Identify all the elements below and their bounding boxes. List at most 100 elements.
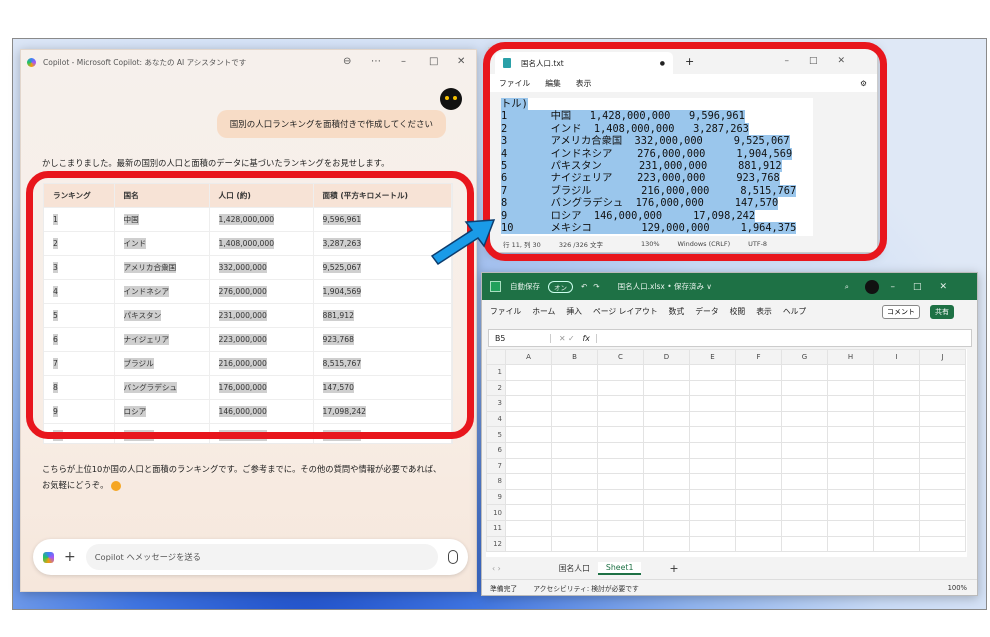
cell[interactable] — [827, 519, 874, 537]
cell[interactable] — [505, 410, 552, 428]
cell[interactable] — [827, 379, 874, 397]
cell[interactable] — [919, 519, 966, 537]
undo-icon[interactable]: ↶ — [581, 282, 587, 291]
cell[interactable] — [735, 519, 782, 537]
column-header[interactable]: G — [781, 349, 828, 365]
cell[interactable] — [643, 441, 690, 459]
cell[interactable] — [551, 504, 598, 521]
cell[interactable] — [781, 504, 828, 521]
cell[interactable] — [505, 488, 552, 506]
cell[interactable] — [505, 473, 552, 490]
cell[interactable] — [919, 441, 966, 459]
cell[interactable] — [827, 488, 874, 506]
cell[interactable] — [781, 441, 828, 459]
cell[interactable] — [919, 426, 966, 443]
row-header[interactable]: 7 — [486, 457, 506, 475]
cell[interactable] — [597, 395, 644, 412]
cell[interactable] — [551, 519, 598, 537]
cell[interactable] — [919, 473, 966, 490]
cell[interactable] — [735, 504, 782, 521]
add-sheet-button[interactable]: + — [669, 562, 678, 575]
cell[interactable] — [873, 426, 920, 443]
cell[interactable] — [873, 379, 920, 397]
sheet-tab[interactable]: 国名人口 — [551, 562, 598, 575]
cell[interactable] — [597, 535, 644, 553]
cell[interactable] — [781, 364, 828, 381]
comment-button[interactable]: コメント — [882, 305, 920, 319]
column-header[interactable]: C — [597, 349, 644, 365]
cell[interactable] — [643, 488, 690, 506]
cell[interactable] — [689, 379, 736, 397]
ribbon-tab[interactable]: ファイル — [490, 306, 521, 317]
cell[interactable] — [597, 379, 644, 397]
cell[interactable] — [873, 364, 920, 381]
cell[interactable] — [781, 473, 828, 490]
cell[interactable] — [643, 364, 690, 381]
ribbon-tab[interactable]: 校閲 — [730, 306, 746, 317]
row-header[interactable]: 11 — [486, 519, 506, 537]
cell[interactable] — [781, 395, 828, 412]
cell[interactable] — [643, 535, 690, 553]
column-header[interactable]: J — [919, 349, 966, 365]
microphone-icon[interactable] — [448, 550, 458, 564]
ribbon-tab[interactable]: 表示 — [756, 306, 772, 317]
cell[interactable] — [873, 535, 920, 553]
cell[interactable] — [919, 364, 966, 381]
window-controls[interactable]: –□✕ — [784, 56, 865, 66]
cell[interactable] — [689, 488, 736, 506]
cell[interactable] — [735, 457, 782, 475]
cell[interactable] — [643, 473, 690, 490]
cell[interactable] — [735, 488, 782, 506]
zoom-icon[interactable]: ⊖ — [343, 56, 351, 67]
cell[interactable] — [735, 410, 782, 428]
ribbon-tab[interactable]: ページ レイアウト — [593, 306, 658, 317]
cell[interactable] — [689, 535, 736, 553]
cell[interactable] — [919, 379, 966, 397]
row-header[interactable]: 4 — [486, 410, 506, 428]
ribbon-tab[interactable]: ホーム — [532, 306, 555, 317]
cell[interactable] — [505, 364, 552, 381]
sheet-nav-icon[interactable]: ‹ › — [482, 564, 511, 573]
cell[interactable] — [735, 379, 782, 397]
cell[interactable] — [689, 504, 736, 521]
cell[interactable] — [551, 535, 598, 553]
cell[interactable] — [551, 473, 598, 490]
cell[interactable] — [781, 535, 828, 553]
row-header[interactable]: 8 — [486, 473, 506, 490]
row-header[interactable]: 5 — [486, 426, 506, 443]
cell[interactable] — [551, 364, 598, 381]
cell[interactable] — [597, 364, 644, 381]
cell[interactable] — [827, 535, 874, 553]
menu-file[interactable]: ファイル — [499, 78, 530, 89]
more-icon[interactable]: ⋯ — [371, 56, 381, 67]
cell[interactable] — [827, 473, 874, 490]
column-header[interactable]: H — [827, 349, 874, 365]
cell[interactable] — [597, 410, 644, 428]
notepad-text-area[interactable]: トル) 1 中国 1,428,000,000 9,596,961 2 インド 1,4… — [501, 98, 813, 237]
cell[interactable] — [827, 457, 874, 475]
cell[interactable] — [643, 519, 690, 537]
column-header[interactable]: I — [873, 349, 920, 365]
cell[interactable] — [597, 519, 644, 537]
zoom-level[interactable]: 100% — [948, 584, 967, 592]
cell[interactable] — [505, 535, 552, 553]
cell[interactable] — [551, 379, 598, 397]
cell[interactable] — [689, 441, 736, 459]
row-header[interactable]: 9 — [486, 488, 506, 506]
add-button[interactable]: + — [64, 549, 76, 565]
cell[interactable] — [505, 426, 552, 443]
search-icon[interactable]: ⌕ — [845, 282, 849, 292]
cell[interactable] — [827, 426, 874, 443]
cell[interactable] — [873, 395, 920, 412]
menu-view[interactable]: 表示 — [576, 78, 592, 89]
cell[interactable] — [735, 473, 782, 490]
name-box[interactable]: B5 — [489, 333, 551, 343]
cell[interactable] — [643, 504, 690, 521]
column-header[interactable]: A — [505, 349, 552, 365]
cell[interactable] — [597, 504, 644, 521]
cell[interactable] — [689, 426, 736, 443]
cell[interactable] — [735, 395, 782, 412]
cell[interactable] — [873, 410, 920, 428]
cell[interactable] — [689, 519, 736, 537]
cell[interactable] — [919, 457, 966, 475]
